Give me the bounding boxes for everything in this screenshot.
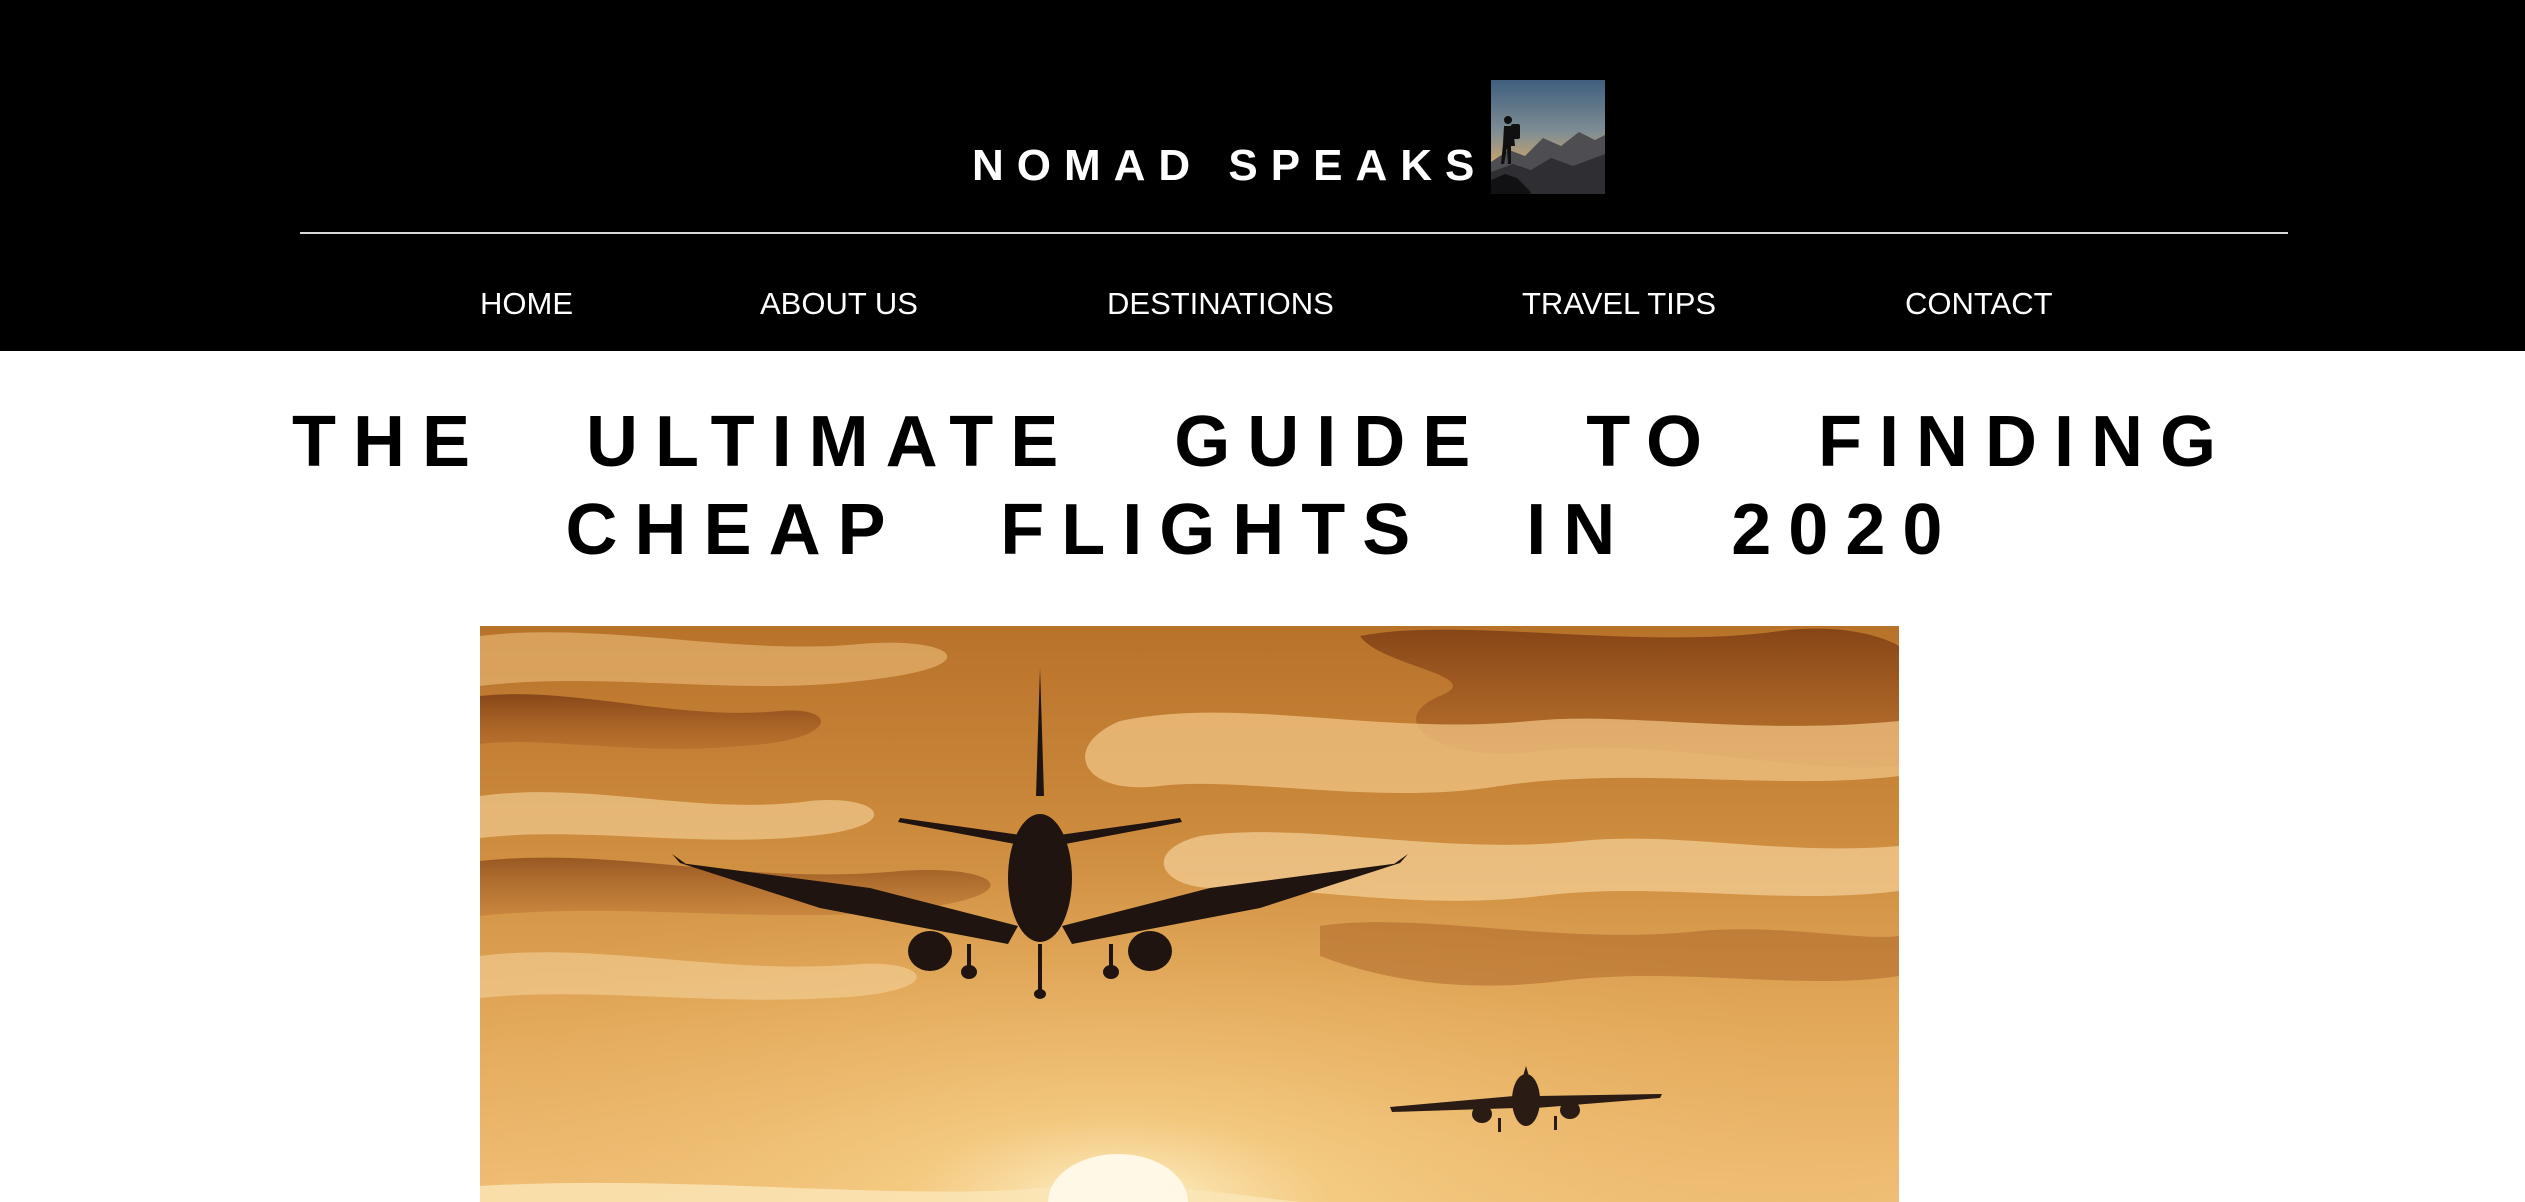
site-header: NOMAD SPEAKS HOME ABOUT US DESTINATIONS [0, 0, 2525, 351]
nav-item-travel-tips[interactable]: TRAVEL TIPS [1522, 282, 1716, 326]
nav-item-about-us[interactable]: ABOUT US [760, 282, 918, 326]
header-divider [300, 232, 2288, 234]
brand[interactable]: NOMAD SPEAKS [972, 78, 1606, 194]
main-nav: HOME ABOUT US DESTINATIONS TRAVEL TIPS C… [0, 282, 2525, 326]
article-title: THE ULTIMATE GUIDE TO FINDING CHEAP FLIG… [292, 402, 2233, 570]
hiker-logo-icon[interactable] [1491, 80, 1606, 194]
nav-item-destinations[interactable]: DESTINATIONS [1107, 282, 1334, 326]
nav-item-home[interactable]: HOME [480, 282, 573, 326]
nav-item-contact[interactable]: CONTACT [1905, 282, 2053, 326]
site-title[interactable]: NOMAD SPEAKS [972, 144, 1487, 194]
hero-image [480, 626, 1899, 1202]
